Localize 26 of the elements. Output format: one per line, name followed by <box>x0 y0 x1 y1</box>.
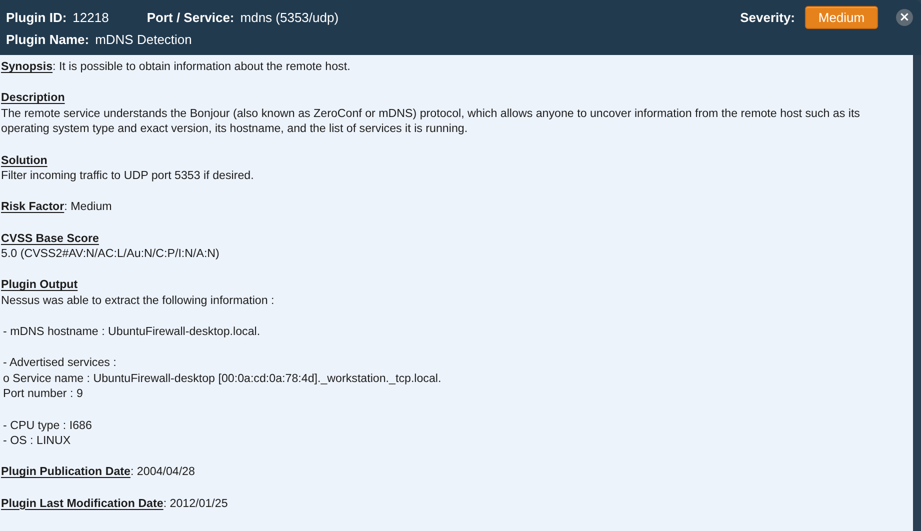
field-line: Risk Factor: Medium <box>1 199 113 215</box>
section-heading: Solution <box>1 152 48 168</box>
plugin-id-label: Plugin ID: <box>6 10 67 24</box>
output-line: - Advertised services : <box>2 355 118 371</box>
port-service: mdns (5353/udp) <box>240 10 339 24</box>
section-text: The remote service understands the Bonjour (also known as ZeroConf or mDNS) protocol, which allows anyone to uncover information from the remote host such as its operating system type and exact version, its hostname, and the list of services it is running. <box>1 106 861 137</box>
plugin-id: 12218 <box>72 10 109 24</box>
output-line: - mDNS hostname : UbuntuFirewall-desktop.local. <box>2 324 262 340</box>
port-label: Port / Service: <box>146 10 234 24</box>
output-line: - CPU type : I686 <box>2 418 93 434</box>
field-line: Plugin Publication Date: 2004/04/28 <box>1 464 196 480</box>
field-line: Plugin Last Modification Date: 2012/01/25 <box>1 496 229 512</box>
close-button[interactable]: × <box>896 8 913 26</box>
plugin-name: mDNS Detection <box>95 32 192 46</box>
section-text: Filter incoming traffic to UDP port 5353 if desired. <box>1 168 255 184</box>
section-heading: Description <box>1 90 65 106</box>
severity-label: Severity: <box>740 10 795 24</box>
field-line: Synopsis: It is possible to obtain information about the remote host. <box>1 59 352 75</box>
section-text: 5.0 (CVSS2#AV:N/AC:L/Au:N/C:P/I:N/A:N) <box>1 246 220 262</box>
output-line: - OS : LINUX <box>2 433 72 449</box>
output-line: Port number : 9 <box>2 386 84 402</box>
output-line: Nessus was able to extract the following information : <box>1 292 276 308</box>
section-heading: Plugin Output <box>1 277 78 293</box>
output-line: o Service name : UbuntuFirewall-desktop [00:0a:cd:0a:78:4d]._workstation._tcp.local. <box>2 370 442 386</box>
plugin-name-label: Plugin Name: <box>6 32 90 46</box>
section-heading: CVSS Base Score <box>1 230 99 246</box>
